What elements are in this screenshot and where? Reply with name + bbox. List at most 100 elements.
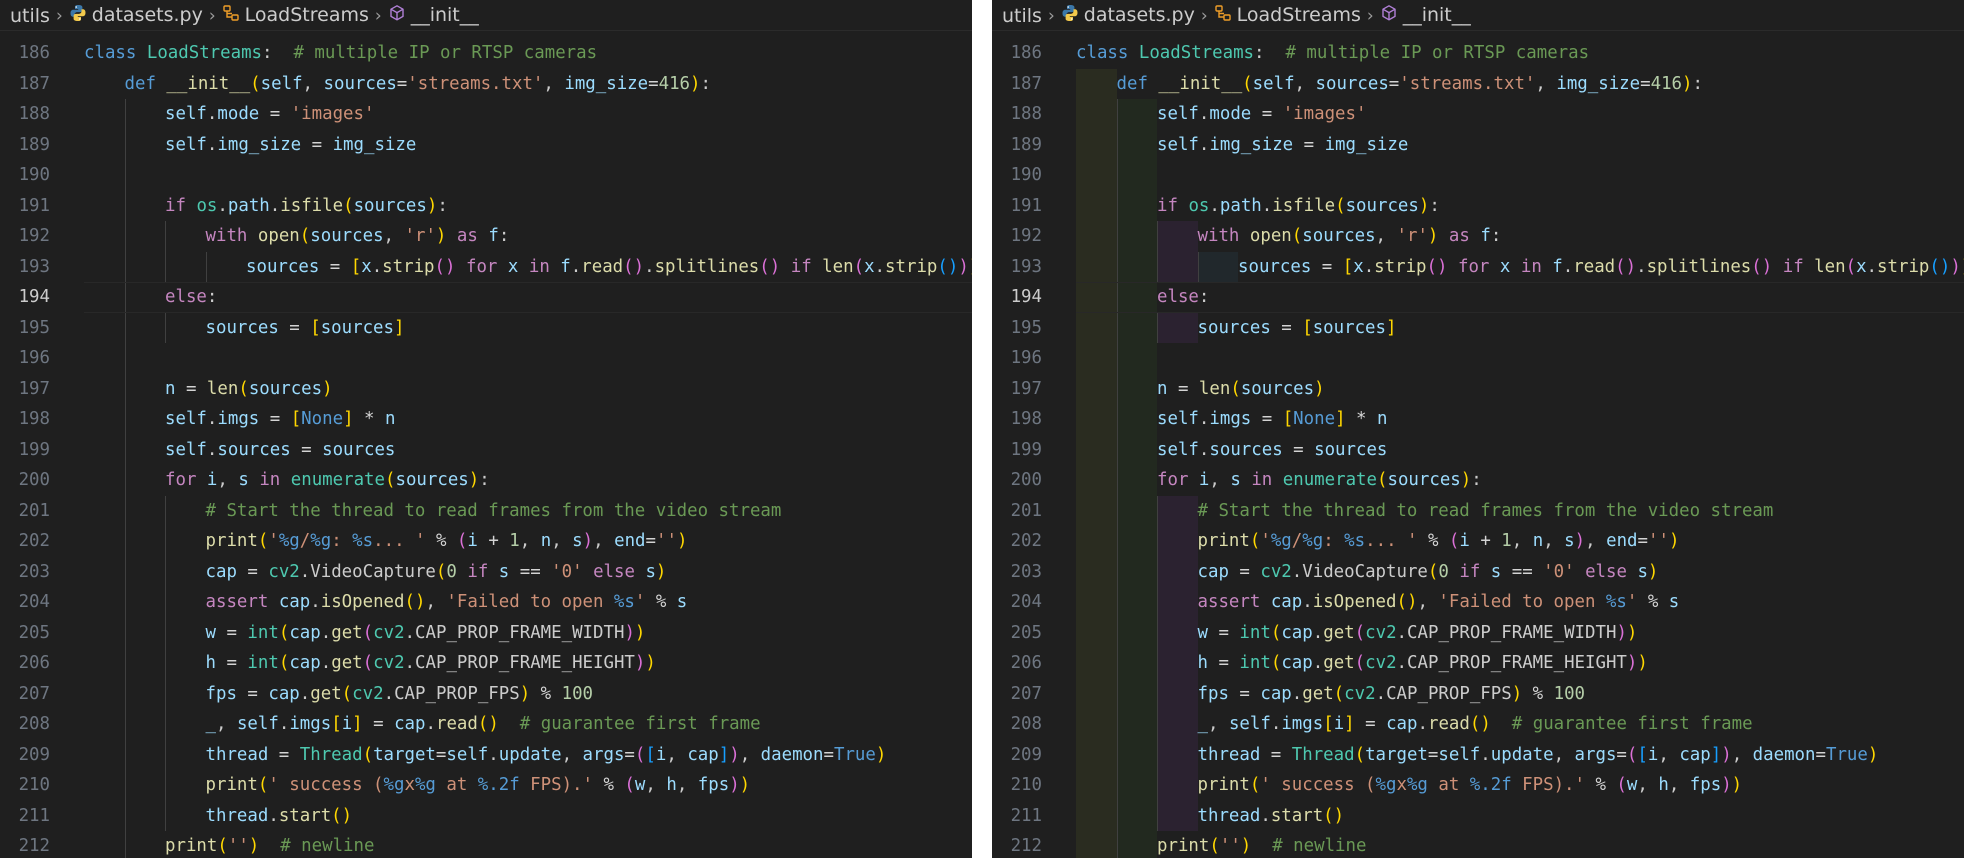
code-line[interactable]: 189 self.img_size = img_size: [0, 129, 972, 160]
code-line[interactable]: 199 self.sources = sources: [992, 434, 1964, 465]
code-line[interactable]: 187 def __init__(self, sources='streams.t…: [992, 68, 1964, 99]
code-line[interactable]: 202 print('%g/%g: %s... ' % (i + 1, n, s)…: [992, 526, 1964, 557]
code-line[interactable]: 191 if os.path.isfile(sources):: [0, 190, 972, 221]
editor-pane-left: utils › datasets.py › LoadStreams › __init__ 1…: [0, 0, 972, 858]
line-number: 186: [18, 43, 50, 63]
code-token: %g: [310, 531, 332, 551]
code-token: ,: [1209, 470, 1231, 490]
code-token: sources: [353, 195, 427, 216]
code-line[interactable]: 190: [992, 160, 1964, 191]
breadcrumb-item[interactable]: utils: [1002, 1, 1042, 31]
indent-guide: [1116, 587, 1118, 618]
code-line[interactable]: 195 sources = [sources]: [0, 312, 972, 343]
code-line[interactable]: 200 for i, s in enumerate(sources):: [992, 465, 1964, 496]
code-token: print: [205, 775, 258, 795]
code-line[interactable]: 195 sources = [sources]: [992, 312, 1964, 343]
line-number: 210: [1010, 775, 1042, 795]
code-line[interactable]: 207 fps = cap.get(cv2.CAP_PROP_FPS) % 100: [992, 678, 1964, 709]
code-area[interactable]: 186 class LoadStreams: # multiple IP or R…: [0, 38, 972, 858]
code-line[interactable]: 199 self.sources = sources: [0, 434, 972, 465]
code-line[interactable]: 201 # Start the thread to read frames fro…: [992, 495, 1964, 526]
code-token: VideoCapture: [1302, 561, 1428, 582]
code-line[interactable]: 208 _, self.imgs[i] = cap.read() # guaran…: [992, 709, 1964, 740]
code-line[interactable]: 212 print('') # newline: [0, 831, 972, 858]
code-token: =: [175, 378, 207, 399]
code-line[interactable]: 201 # Start the thread to read frames fro…: [0, 495, 972, 526]
code-line[interactable]: 206 h = int(cap.get(cv2.CAP_PROP_FRAME_HE…: [0, 648, 972, 679]
code-line[interactable]: 210 print(' success (%gx%g at %.2f FPS).'…: [992, 770, 1964, 801]
breadcrumb-item[interactable]: __init__: [1380, 0, 1471, 30]
line-number: 192: [18, 226, 50, 246]
code-line[interactable]: 193 sources = [x.strip() for x in f.read(…: [992, 251, 1964, 282]
code-line[interactable]: 202 print('%g/%g: %s... ' % (i + 1, n, s)…: [0, 526, 972, 557]
code-line[interactable]: 200 for i, s in enumerate(sources):: [0, 465, 972, 496]
code-line[interactable]: 197 n = len(sources): [992, 373, 1964, 404]
code-line[interactable]: 194 else:: [0, 282, 972, 313]
breadcrumb-item[interactable]: __init__: [388, 0, 479, 30]
breadcrumb-item[interactable]: LoadStreams: [1214, 0, 1361, 30]
code-token: (: [853, 256, 865, 277]
line-number: 186: [1010, 43, 1042, 63]
code-line[interactable]: 203 cap = cv2.VideoCapture(0 if s == '0' …: [992, 556, 1964, 587]
indent-guide: [1157, 617, 1158, 648]
code-area[interactable]: 186 class LoadStreams: # multiple IP or R…: [992, 38, 1964, 858]
code-token: get: [310, 683, 342, 704]
code-line[interactable]: 192 with open(sources, 'r') as f:: [992, 221, 1964, 252]
code-token: :: [331, 531, 353, 551]
code-line[interactable]: 198 self.imgs = [None] * n: [992, 404, 1964, 435]
code-line[interactable]: 203 cap = cv2.VideoCapture(0 if s == '0' …: [0, 556, 972, 587]
code-line[interactable]: 211 thread.start(): [0, 800, 972, 831]
code-line[interactable]: 194 else:: [992, 282, 1964, 313]
code-token: sources: [323, 73, 397, 94]
code-line[interactable]: 211 thread.start(): [992, 800, 1964, 832]
code-line[interactable]: 186 class LoadStreams: # multiple IP or R…: [992, 38, 1964, 69]
code-line[interactable]: 187 def __init__(self, sources='streams.t…: [0, 69, 972, 100]
code-line[interactable]: 208 _, self.imgs[i] = cap.read() # guaran…: [0, 709, 972, 740]
code-line[interactable]: 188 self.mode = 'images': [992, 99, 1964, 130]
code-token: n: [165, 378, 176, 399]
code-text: thread.start(): [1198, 801, 1345, 832]
code-token: .: [1302, 592, 1313, 612]
code-token: # Start the thread to read frames from t…: [1197, 500, 1774, 521]
indent-rainbow-band: [1157, 709, 1198, 740]
code-line[interactable]: 206 h = int(cap.get(cv2.CAP_PROP_FRAME_HE…: [992, 648, 1964, 679]
code-line[interactable]: 207 fps = cap.get(cv2.CAP_PROP_FPS) % 100: [0, 678, 972, 709]
code-line[interactable]: 197 n = len(sources): [0, 373, 972, 404]
code-line[interactable]: 188 self.mode = 'images': [0, 99, 972, 130]
code-line[interactable]: 205 w = int(cap.get(cv2.CAP_PROP_FRAME_WI…: [992, 617, 1964, 648]
breadcrumb-item[interactable]: datasets.py: [69, 0, 203, 30]
breadcrumb-item[interactable]: datasets.py: [1061, 0, 1195, 30]
indent-rainbow-band: [1076, 404, 1117, 435]
code-line[interactable]: 193 sources = [x.strip() for x in f.read(…: [0, 251, 972, 282]
code-token: assert: [1197, 592, 1261, 612]
line-number: 211: [18, 805, 50, 826]
code-line[interactable]: 196: [992, 343, 1964, 374]
code-line[interactable]: 196: [0, 343, 972, 374]
code-token: :: [1323, 531, 1345, 551]
code-line[interactable]: 209 thread = Thread(target=self.update, a…: [992, 739, 1964, 771]
code-text: assert cap.isOpened(), 'Failed to open %…: [1198, 587, 1680, 618]
breadcrumb-item[interactable]: utils: [10, 1, 50, 31]
code-line[interactable]: 189 self.img_size = img_size: [992, 129, 1964, 160]
code-line[interactable]: 198 self.imgs = [None] * n: [0, 404, 972, 435]
code-line[interactable]: 209 thread = Thread(target=self.update, a…: [0, 739, 972, 770]
code-line[interactable]: 192 with open(sources, 'r') as f:: [0, 221, 972, 252]
code-token: sources: [1240, 378, 1315, 399]
code-text: thread = Thread(target=self.update, args…: [1198, 740, 1879, 771]
code-line[interactable]: 212 print('') # newline: [992, 831, 1964, 858]
indent-rainbow-band: [1157, 648, 1198, 679]
code-line[interactable]: 210 print(' success (%gx%g at %.2f FPS).'…: [0, 770, 972, 801]
code-line[interactable]: 186 class LoadStreams: # multiple IP or R…: [0, 38, 972, 69]
code-token: start: [1270, 805, 1324, 826]
code-line[interactable]: 204 assert cap.isOpened(), 'Failed to ope…: [992, 587, 1964, 618]
code-line[interactable]: 190: [0, 160, 972, 191]
code-token: ): [958, 256, 969, 277]
code-line[interactable]: 205 w = int(cap.get(cv2.CAP_PROP_FRAME_WI…: [0, 617, 972, 648]
code-token: .: [299, 561, 311, 582]
code-line[interactable]: 204 assert cap.isOpened(), 'Failed to ope…: [0, 587, 972, 618]
code-line[interactable]: 191 if os.path.isfile(sources):: [992, 190, 1964, 221]
breadcrumb-item[interactable]: LoadStreams: [222, 0, 369, 30]
code-token: =: [215, 622, 248, 643]
